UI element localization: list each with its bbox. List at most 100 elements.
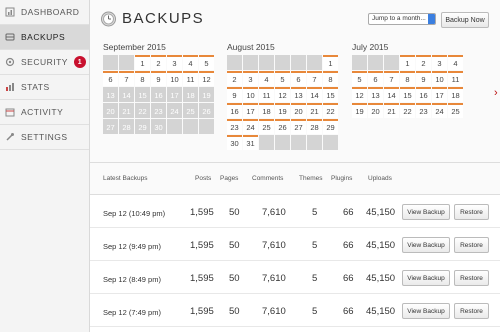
calendar-day[interactable]: 9 <box>151 71 166 86</box>
backup-now-button[interactable]: Backup Now <box>441 12 489 28</box>
calendar-day[interactable]: 10 <box>243 87 258 102</box>
calendar-day[interactable]: 18 <box>448 87 463 102</box>
sidebar-item-backups[interactable]: BACKUPS <box>0 25 89 50</box>
sidebar-item-dashboard[interactable]: DASHBOARD <box>0 0 89 25</box>
calendar-day[interactable]: 1 <box>400 55 415 70</box>
calendar-day[interactable]: 21 <box>384 103 399 118</box>
calendar-day[interactable]: 1 <box>135 55 150 70</box>
calendar-day[interactable]: 6 <box>103 71 118 86</box>
calendar-day[interactable]: 11 <box>183 71 198 86</box>
view-backup-button[interactable]: View Backup <box>402 270 450 286</box>
calendar-day[interactable]: 3 <box>167 55 182 70</box>
calendar-day[interactable]: 28 <box>307 119 322 134</box>
calendar-day[interactable]: 23 <box>416 103 431 118</box>
calendar-day[interactable]: 25 <box>183 103 198 118</box>
calendar-day[interactable]: 7 <box>384 71 399 86</box>
calendar-day[interactable]: 3 <box>432 55 447 70</box>
calendar-day[interactable]: 10 <box>167 71 182 86</box>
calendar-day[interactable]: 27 <box>103 119 118 134</box>
calendar-day[interactable]: 5 <box>275 71 290 86</box>
calendar-day[interactable]: 14 <box>119 87 134 102</box>
calendar-day[interactable]: 21 <box>307 103 322 118</box>
calendar-day[interactable]: 16 <box>151 87 166 102</box>
calendar-day[interactable]: 12 <box>199 71 214 86</box>
calendar-day[interactable]: 1 <box>323 55 338 70</box>
calendar-day[interactable]: 11 <box>448 71 463 86</box>
calendar-day[interactable]: 14 <box>384 87 399 102</box>
calendar-day[interactable]: 2 <box>151 55 166 70</box>
calendar-day[interactable]: 18 <box>183 87 198 102</box>
calendar-day[interactable]: 26 <box>275 119 290 134</box>
sidebar-item-security[interactable]: SECURITY 1 <box>0 50 89 75</box>
calendar-day[interactable]: 8 <box>400 71 415 86</box>
calendar-day[interactable]: 24 <box>432 103 447 118</box>
calendar-day[interactable]: 24 <box>167 103 182 118</box>
calendar-day[interactable]: 7 <box>307 71 322 86</box>
restore-button[interactable]: Restore <box>454 237 489 253</box>
calendar-day[interactable]: 19 <box>199 87 214 102</box>
calendar-day[interactable]: 17 <box>167 87 182 102</box>
calendar-day[interactable]: 22 <box>323 103 338 118</box>
calendar-day[interactable]: 13 <box>103 87 118 102</box>
calendar-day[interactable]: 29 <box>135 119 150 134</box>
calendar-day[interactable]: 6 <box>368 71 383 86</box>
view-backup-button[interactable]: View Backup <box>402 204 450 220</box>
restore-button[interactable]: Restore <box>454 270 489 286</box>
calendar-day[interactable]: 4 <box>183 55 198 70</box>
calendar-day[interactable]: 31 <box>243 135 258 150</box>
calendar-day[interactable]: 25 <box>259 119 274 134</box>
calendar-day[interactable]: 30 <box>227 135 242 150</box>
calendar-day[interactable]: 23 <box>151 103 166 118</box>
calendar-day[interactable]: 6 <box>291 71 306 86</box>
calendar-day[interactable]: 13 <box>291 87 306 102</box>
calendar-day[interactable]: 4 <box>259 71 274 86</box>
calendar-day[interactable]: 15 <box>400 87 415 102</box>
calendar-day[interactable]: 2 <box>416 55 431 70</box>
calendar-day[interactable]: 27 <box>291 119 306 134</box>
calendar-day[interactable]: 23 <box>227 119 242 134</box>
calendar-day[interactable]: 4 <box>448 55 463 70</box>
calendar-day[interactable]: 25 <box>448 103 463 118</box>
sidebar-item-settings[interactable]: SETTINGS <box>0 125 89 150</box>
calendar-day[interactable]: 5 <box>199 55 214 70</box>
calendar-day[interactable]: 12 <box>352 87 367 102</box>
calendar-day[interactable]: 14 <box>307 87 322 102</box>
restore-button[interactable]: Restore <box>454 204 489 220</box>
calendar-day[interactable]: 9 <box>227 87 242 102</box>
restore-button[interactable]: Restore <box>454 303 489 319</box>
jump-to-month-select[interactable]: Jump to a month... <box>368 13 436 25</box>
sidebar-item-activity[interactable]: ACTIVITY <box>0 100 89 125</box>
calendar-day[interactable]: 17 <box>432 87 447 102</box>
calendar-day[interactable]: 24 <box>243 119 258 134</box>
calendar-day[interactable]: 11 <box>259 87 274 102</box>
calendar-day[interactable]: 12 <box>275 87 290 102</box>
calendar-day[interactable]: 22 <box>135 103 150 118</box>
calendar-day[interactable]: 9 <box>416 71 431 86</box>
view-backup-button[interactable]: View Backup <box>402 237 450 253</box>
calendar-day[interactable]: 20 <box>291 103 306 118</box>
calendar-day[interactable]: 22 <box>400 103 415 118</box>
calendar-day[interactable]: 17 <box>243 103 258 118</box>
next-month-arrow-icon[interactable]: › <box>494 87 498 99</box>
calendar-day[interactable]: 21 <box>119 103 134 118</box>
calendar-day[interactable]: 30 <box>151 119 166 134</box>
calendar-day[interactable]: 29 <box>323 119 338 134</box>
calendar-day[interactable]: 8 <box>135 71 150 86</box>
calendar-day[interactable]: 8 <box>323 71 338 86</box>
view-backup-button[interactable]: View Backup <box>402 303 450 319</box>
calendar-day[interactable]: 13 <box>368 87 383 102</box>
calendar-day[interactable]: 18 <box>259 103 274 118</box>
calendar-day[interactable]: 3 <box>243 71 258 86</box>
calendar-day[interactable]: 5 <box>352 71 367 86</box>
calendar-day[interactable]: 19 <box>352 103 367 118</box>
calendar-day[interactable]: 7 <box>119 71 134 86</box>
calendar-day[interactable]: 20 <box>368 103 383 118</box>
calendar-day[interactable]: 16 <box>227 103 242 118</box>
calendar-day[interactable]: 15 <box>323 87 338 102</box>
sidebar-item-stats[interactable]: STATS <box>0 75 89 100</box>
calendar-day[interactable]: 2 <box>227 71 242 86</box>
calendar-day[interactable]: 19 <box>275 103 290 118</box>
calendar-day[interactable]: 10 <box>432 71 447 86</box>
calendar-day[interactable]: 15 <box>135 87 150 102</box>
calendar-day[interactable]: 28 <box>119 119 134 134</box>
